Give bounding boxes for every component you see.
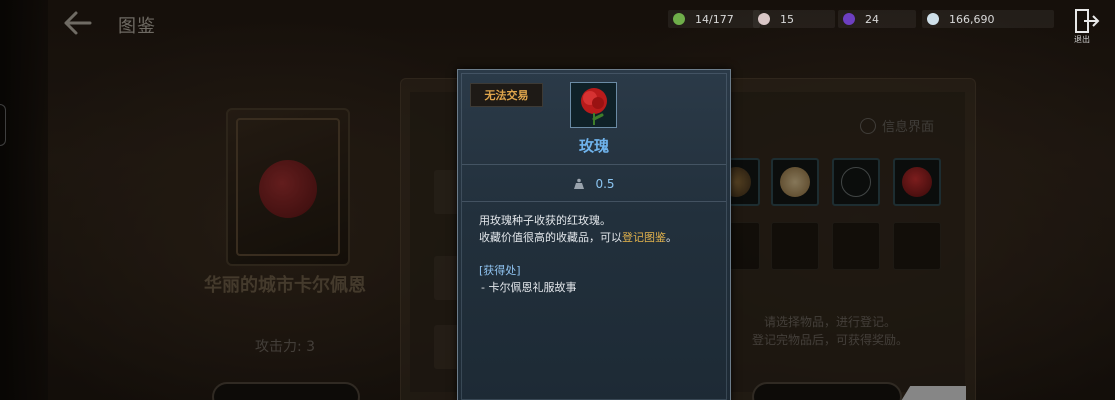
item-description: 用玫瑰种子收获的红玫瑰。 收藏价值很高的收藏品，可以登记图鉴。 bbox=[479, 212, 719, 246]
item-icon-frame bbox=[570, 82, 617, 128]
desc-line-2-prefix: 收藏价值很高的收藏品，可以 bbox=[479, 231, 622, 244]
weight-value: 0.5 bbox=[595, 177, 615, 191]
resource-purple-orb: 24 bbox=[838, 10, 916, 28]
desc-line-2-suffix: 。 bbox=[666, 231, 677, 244]
green-gem-icon bbox=[673, 13, 685, 25]
weight-icon bbox=[574, 178, 585, 189]
page-title: 图鉴 bbox=[118, 16, 156, 37]
exit-label: 退出 bbox=[1074, 35, 1090, 44]
tooltip-divider bbox=[462, 164, 726, 165]
resource-silver-coin: 166,690 bbox=[922, 10, 1054, 28]
resource-value: 15 bbox=[780, 12, 794, 26]
rose-icon bbox=[581, 88, 607, 125]
silver-coin-icon bbox=[927, 13, 939, 25]
resource-pearl: 15 bbox=[753, 10, 835, 28]
source-label: [获得处] bbox=[479, 264, 521, 277]
resource-value: 166,690 bbox=[949, 12, 995, 26]
purple-orb-icon bbox=[843, 13, 855, 25]
resource-value: 24 bbox=[865, 12, 879, 26]
register-collection-highlight: 登记图鉴 bbox=[622, 231, 666, 244]
back-arrow-icon[interactable] bbox=[62, 10, 92, 36]
desc-line-1: 用玫瑰种子收获的红玫瑰。 bbox=[479, 214, 611, 227]
tooltip-divider bbox=[462, 201, 726, 202]
desc-line-2: 收藏价值很高的收藏品，可以登记图鉴。 bbox=[479, 229, 719, 246]
weight-row: 0.5 bbox=[461, 175, 727, 193]
item-name: 玫瑰 bbox=[578, 137, 609, 155]
resource-collection-count: 14/177 bbox=[668, 10, 760, 28]
source-item: - 卡尔佩恩礼服故事 bbox=[481, 281, 577, 294]
untradable-badge: 无法交易 bbox=[470, 83, 543, 107]
resource-value: 14/177 bbox=[695, 12, 734, 26]
pearl-icon bbox=[758, 13, 770, 25]
